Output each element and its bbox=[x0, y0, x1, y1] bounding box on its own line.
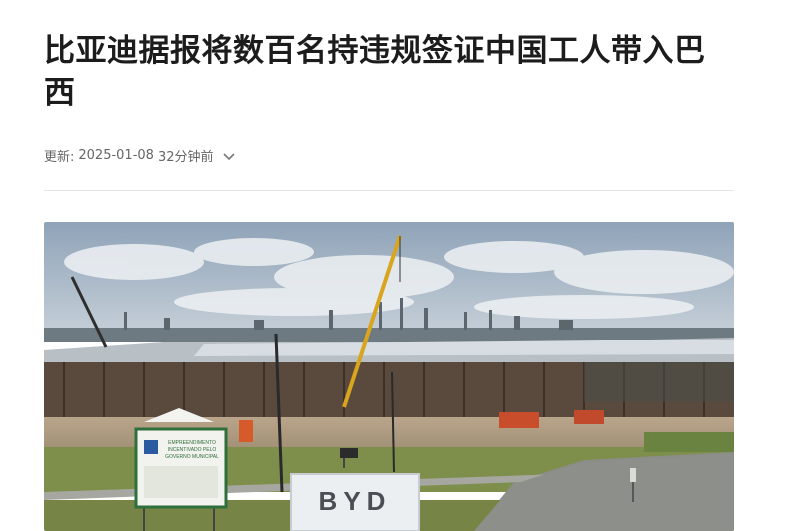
updated-relative: 32分钟前 bbox=[157, 150, 214, 165]
divider bbox=[44, 190, 734, 191]
byd-logo-text: BYD bbox=[319, 486, 392, 516]
sign-line-2: INCENTIVADO PELO bbox=[168, 447, 217, 453]
byd-sign: BYD bbox=[290, 473, 420, 531]
article-photo: EMPREENDIMENTO INCENTIVADO PELO GOVERNO … bbox=[44, 222, 734, 531]
sign-line-1: EMPREENDIMENTO bbox=[168, 440, 216, 446]
updated-label: 更新: bbox=[44, 150, 75, 165]
updated-date: 2025-01-08 bbox=[78, 148, 154, 163]
chevron-down-icon[interactable] bbox=[222, 149, 236, 163]
article-meta: 更新: 2025-01-08 32分钟前 bbox=[44, 146, 236, 165]
article: 比亚迪据报将数百名持违规签证中国工人带入巴西 更新: 2025-01-08 32… bbox=[44, 0, 734, 531]
sign-line-3: GOVERNO MUNICIPAL bbox=[165, 454, 219, 460]
article-title: 比亚迪据报将数百名持违规签证中国工人带入巴西 bbox=[44, 33, 706, 111]
